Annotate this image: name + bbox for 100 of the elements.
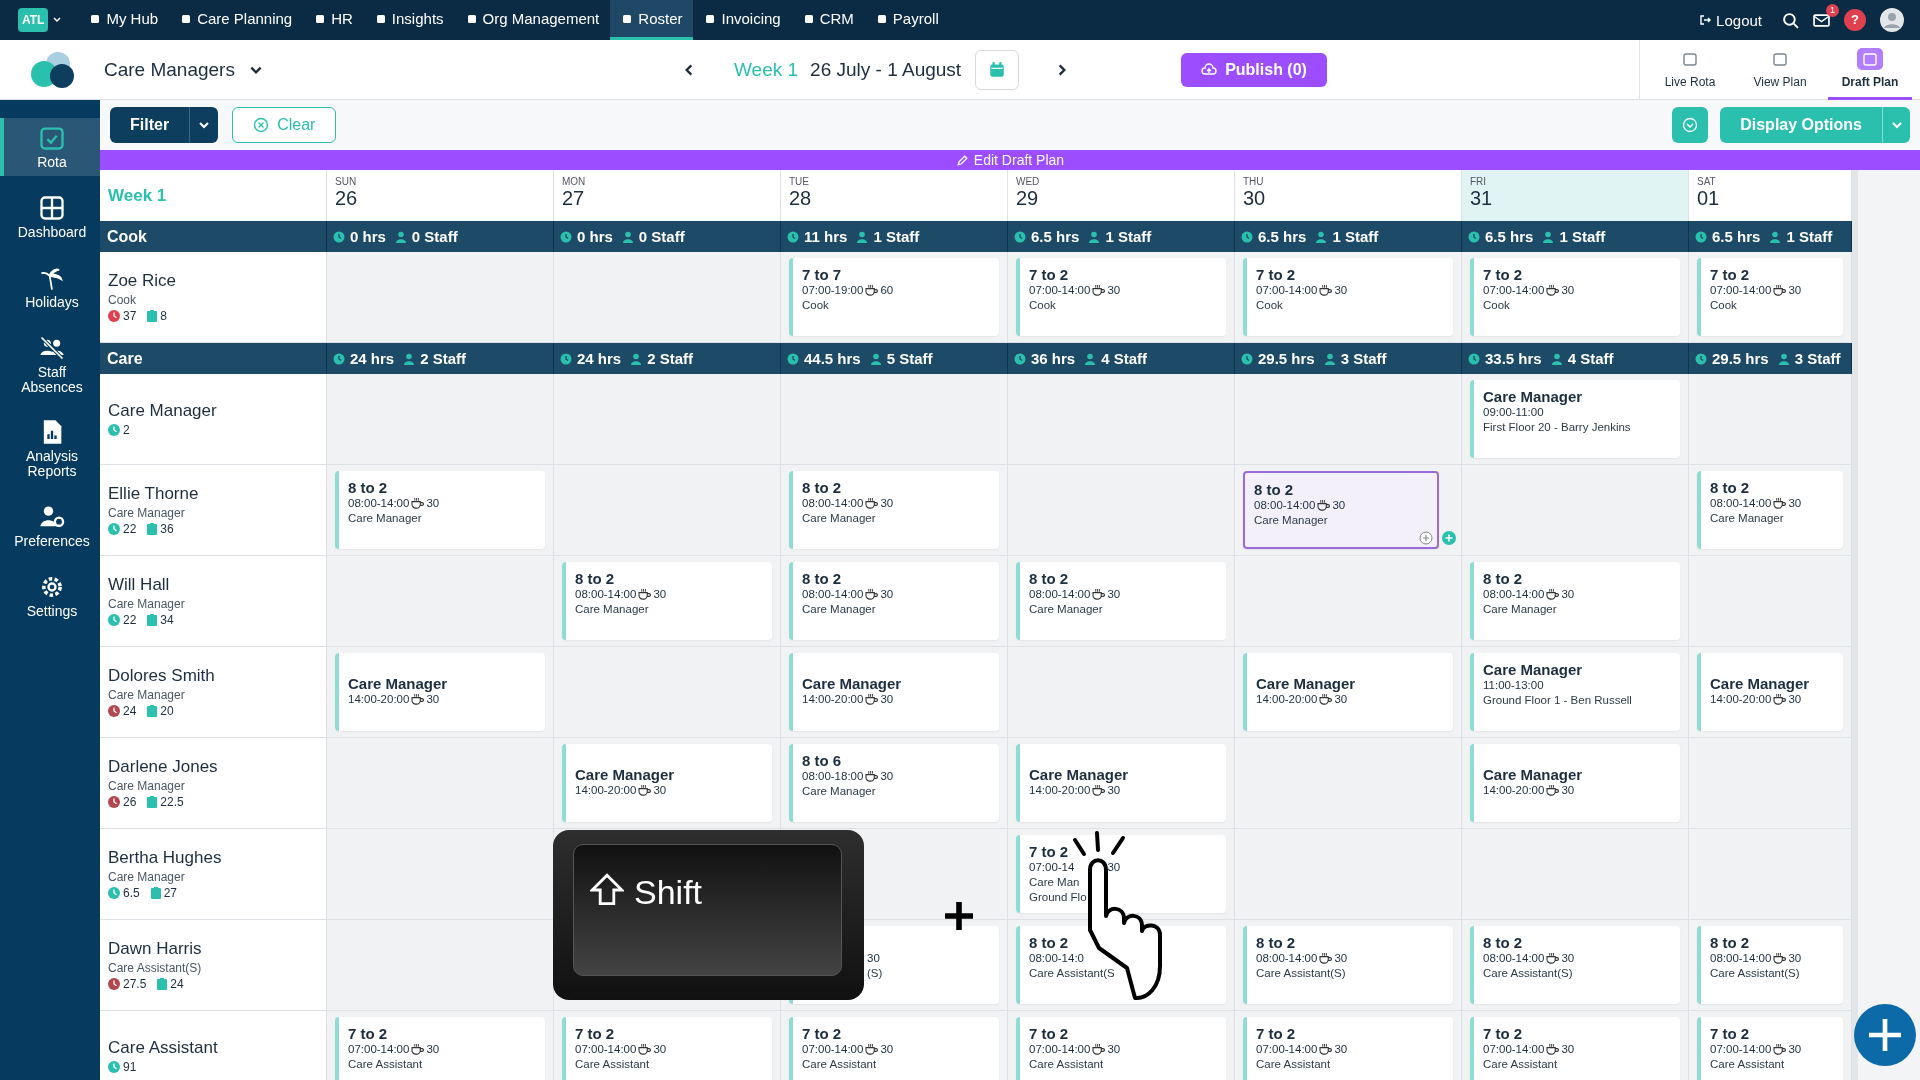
- shift-title: 8 to 2: [1029, 934, 1070, 951]
- clipboard-icon: [150, 887, 161, 899]
- clipboard-icon: [147, 796, 158, 808]
- shift-card[interactable]: 7 to 2 07:00-14:00 30 Cook: [1697, 258, 1843, 336]
- logout-button[interactable]: Logout: [1693, 10, 1768, 30]
- sidebar-item[interactable]: Rota: [0, 118, 100, 176]
- shift-time: 14:00-20:00: [348, 693, 410, 705]
- coffee-cup-icon: [638, 588, 652, 600]
- nav-item[interactable]: My Hub: [78, 0, 170, 40]
- shift-card[interactable]: 8 to 2 08:00-14:00 30 Care Manager: [1470, 562, 1680, 640]
- shift-time: 08:00-14:00: [802, 588, 864, 600]
- team-selector[interactable]: Care Managers: [104, 58, 235, 81]
- shift-card[interactable]: 7 to 2 07:00-14:00 30 Cook: [1016, 258, 1226, 336]
- shift-card[interactable]: 7 to 2 07:00-14:00 30 Care Assistant: [562, 1017, 772, 1080]
- shift-card[interactable]: 7 to 2 07:00-14:00 30 Cook: [1243, 258, 1453, 336]
- shift-role: Care Assistant(S): [1710, 967, 1801, 979]
- hours-total: 6.5 hrs: [1712, 228, 1761, 245]
- shift-card[interactable]: 8 to 2 08:00-14:00 30 Care Manager: [789, 471, 999, 549]
- shift-card[interactable]: Care Manager 14:00-20:00 30: [335, 653, 545, 731]
- help-button[interactable]: ?: [1844, 9, 1866, 31]
- task-count: 22.5: [160, 795, 184, 809]
- shift-time: 08:00-14:00: [1029, 588, 1091, 600]
- add-icon[interactable]: [1419, 531, 1433, 545]
- shift-card[interactable]: 7 to 2 07:00-14:00 30 Care Assistant: [1243, 1017, 1453, 1080]
- shift-card[interactable]: Care Manager 14:00-20:00 30: [1016, 744, 1226, 822]
- shift-card[interactable]: 8 to 2 08:00-14:00 30 Care Assistant(S): [1470, 926, 1680, 1004]
- shift-card[interactable]: 8 to 2 08:00-14:00 30 Care Assistant(S): [1697, 926, 1843, 1004]
- shift-card[interactable]: 7 to 2 07:00-14:00 30 Care Assistant: [1016, 1017, 1226, 1080]
- filter-dropdown-button[interactable]: [190, 107, 219, 143]
- clock-icon: [1241, 230, 1253, 243]
- sidebar-item[interactable]: Preferences: [0, 496, 100, 555]
- sidebar-item[interactable]: Holidays: [0, 258, 100, 316]
- publish-button[interactable]: Publish (0): [1181, 52, 1327, 87]
- nav-item[interactable]: Insights: [363, 0, 455, 40]
- coffee-cup-icon: [1546, 784, 1560, 796]
- person-icon: [856, 230, 869, 243]
- break-minutes: 30: [1561, 588, 1575, 600]
- sidebar-item[interactable]: Settings: [0, 566, 100, 625]
- coffee-cup-icon: [865, 284, 879, 296]
- nav-item[interactable]: CRM: [791, 0, 865, 40]
- avatar-icon[interactable]: [1880, 8, 1904, 32]
- shift-card[interactable]: 7 to 2 07:00-14:00 30 Care Assistant: [789, 1017, 999, 1080]
- nav-item[interactable]: Payroll: [864, 0, 950, 40]
- shift-card[interactable]: Care Manager 09:00-11:00 First Floor 20 - Barry Jenkins: [1470, 380, 1680, 458]
- shift-card[interactable]: 8 to 6 08:00-18:00 30 Care Manager: [789, 744, 999, 822]
- coffee-cup-icon: [1319, 1043, 1333, 1055]
- task-count: 20: [160, 704, 174, 718]
- shift-card[interactable]: 7 to 2 07:00-14:00 30 Care Assistant: [1470, 1017, 1680, 1080]
- coffee-cup-icon: [1546, 952, 1560, 964]
- sidebar-item[interactable]: Analysis Reports: [0, 412, 100, 485]
- shift-time: 08:00-14:00: [348, 497, 410, 509]
- shift-card[interactable]: 8 to 2 08:00-14:00 30 Care Assistant(S): [1243, 926, 1453, 1004]
- hours-total: 24 hrs: [350, 350, 395, 367]
- shift-role: Cook: [1483, 299, 1511, 311]
- nav-item[interactable]: Org Management: [454, 0, 611, 40]
- sidebar-item[interactable]: Staff Absences: [0, 328, 100, 401]
- shift-card[interactable]: 7 to 2 07:00-14:00 30 Care Assistant: [335, 1017, 545, 1080]
- shift-card[interactable]: 8 to 2 08:00-14:00 30 Care Manager: [1016, 562, 1226, 640]
- shift-card[interactable]: 7 to 7 07:00-19:00 60 Cook: [789, 258, 999, 336]
- coffee-cup-icon: [865, 693, 879, 705]
- nav-item[interactable]: HR: [303, 0, 364, 40]
- shift-card[interactable]: Care Manager 14:00-20:00 30: [1470, 744, 1680, 822]
- shift-card[interactable]: Care Manager 14:00-20:00 30: [789, 653, 999, 731]
- search-icon[interactable]: [1782, 11, 1799, 29]
- mail-icon[interactable]: [1813, 11, 1830, 29]
- hours-count: 22: [123, 522, 137, 536]
- break-minutes: 30: [1561, 952, 1575, 964]
- shift-time: 07:00-14:00: [1483, 1043, 1545, 1055]
- shift-card[interactable]: 7 to 2 07:00-14:00 30 Care Assistant: [1697, 1017, 1843, 1080]
- nav-item[interactable]: Care Planning: [169, 0, 304, 40]
- staff-total: 1 Staff: [873, 228, 920, 245]
- nav-item[interactable]: Roster: [610, 0, 694, 40]
- shift-card[interactable]: Care Manager 11:00-13:00 Ground Floor 1 - Ben Russell: [1470, 653, 1680, 731]
- shift-card[interactable]: 8 to 2 08:00-14:00 30 Care Manager: [562, 562, 772, 640]
- caret-icon[interactable]: [52, 15, 63, 25]
- shift-card[interactable]: 8 to 2 08:00-14:00 30 Care Manager: [335, 471, 545, 549]
- view-tab[interactable]: Live Rota: [1648, 39, 1732, 100]
- sidebar-item[interactable]: Dashboard: [0, 188, 100, 246]
- shift-time: 08:00-14:00: [1254, 499, 1316, 511]
- break-minutes: 30: [1561, 1043, 1575, 1055]
- shift-card[interactable]: 7 to 2 07:00-14 30 Care Man Ground Flo: [1016, 835, 1226, 913]
- view-tab[interactable]: View Plan: [1738, 39, 1822, 100]
- edit-draft-banner[interactable]: Edit Draft Plan: [100, 150, 1920, 170]
- shift-card[interactable]: Care Manager 14:00-20:00 30: [1697, 653, 1843, 731]
- nav-item[interactable]: Invoicing: [693, 0, 792, 40]
- shift-card[interactable]: 8 to 2 08:00-14:00 30 Care Manager: [1697, 471, 1843, 549]
- coffee-cup-icon: [1319, 693, 1333, 705]
- staff-name: Care Assistant: [108, 1038, 218, 1058]
- shift-title: 8 to 2: [348, 479, 389, 496]
- shift-card[interactable]: Care Manager 14:00-20:00 30: [562, 744, 772, 822]
- filter-button[interactable]: Filter: [110, 107, 191, 143]
- hours-count: 22: [123, 613, 137, 627]
- person-icon: [630, 352, 643, 365]
- shift-card[interactable]: Care Manager 14:00-20:00 30: [1243, 653, 1453, 731]
- shift-time: 09:00-11:00: [1483, 406, 1544, 418]
- shift-card[interactable]: 8 to 2 08:00-14:00 30 Care Manager: [789, 562, 999, 640]
- break-minutes: 30: [1561, 284, 1575, 296]
- person-icon: [1769, 230, 1782, 243]
- shift-card[interactable]: 7 to 2 07:00-14:00 30 Cook: [1470, 258, 1680, 336]
- shift-role: Care Assistant: [1710, 1058, 1786, 1070]
